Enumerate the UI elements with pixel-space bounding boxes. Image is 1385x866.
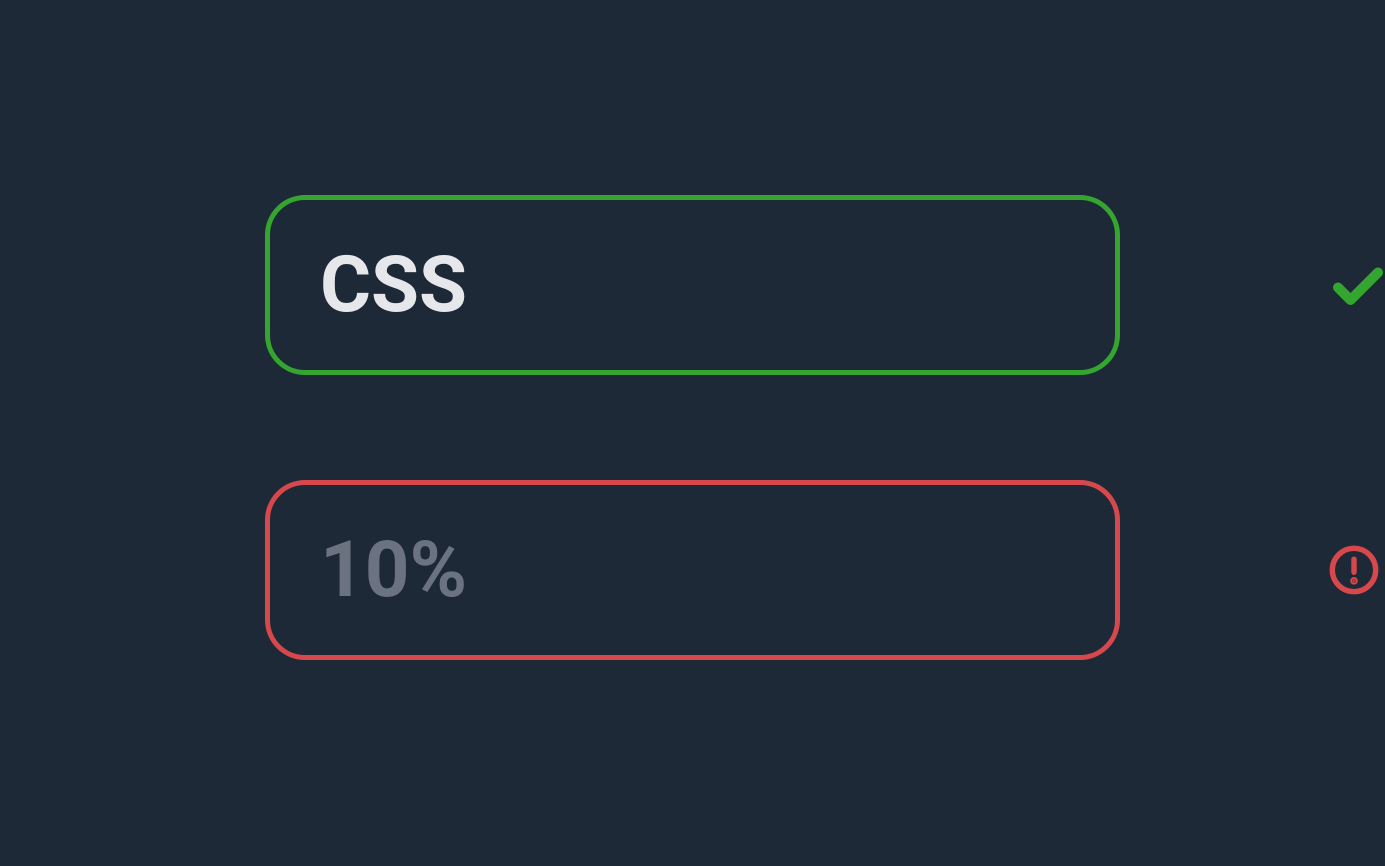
error-icon xyxy=(1328,544,1380,596)
valid-input-field[interactable] xyxy=(320,240,1308,331)
invalid-input-container xyxy=(265,480,1120,660)
valid-input-container xyxy=(265,195,1120,375)
invalid-input-field[interactable] xyxy=(320,525,1308,616)
check-icon xyxy=(1328,255,1385,315)
